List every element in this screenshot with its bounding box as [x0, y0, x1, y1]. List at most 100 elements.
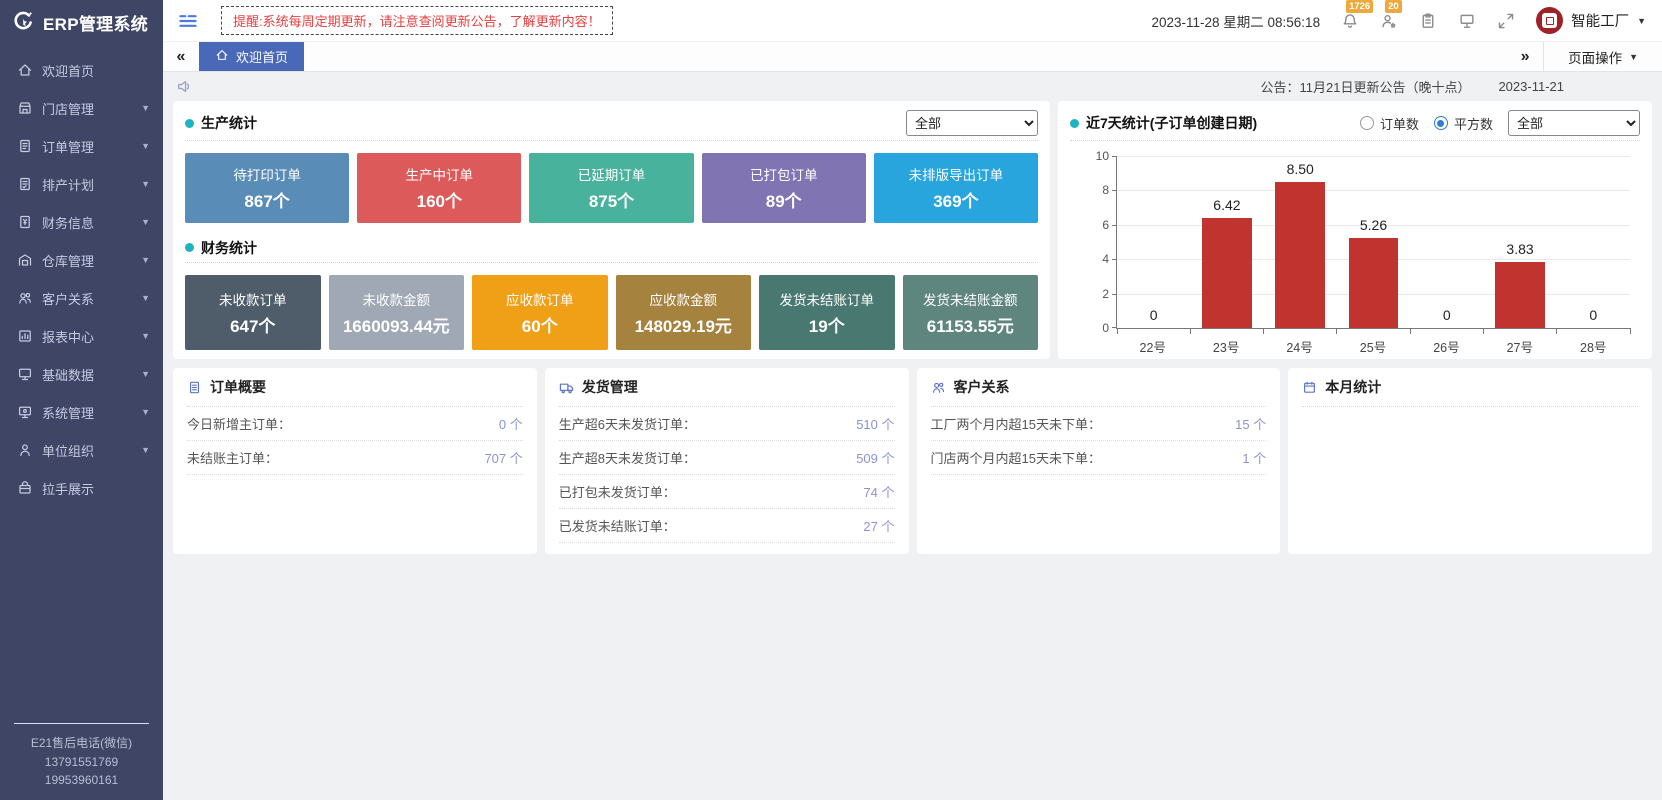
sidebar-item-schedule[interactable]: 排产计划▼	[0, 165, 163, 203]
announcement-link[interactable]: 公告：11月21日更新公告（晚十点）	[1260, 77, 1470, 96]
stat-card-label: 应收款订单	[506, 289, 574, 309]
x-tick	[1336, 328, 1337, 334]
section-dot-icon	[1070, 119, 1079, 128]
system-reminder: 提醒:系统每周定期更新，请注意查阅更新公告，了解更新内容！	[221, 6, 613, 35]
stat-card-label: 应收款金额	[650, 289, 718, 309]
finance-stat-card[interactable]: 应收款订单60个	[472, 275, 608, 350]
info-value-link[interactable]: 509 个	[856, 448, 894, 467]
customer-icon	[17, 290, 33, 306]
fullscreen-icon[interactable]	[1497, 12, 1515, 30]
chart-x-labels: 22号23号24号25号26号27号28号	[1116, 337, 1630, 356]
sidebar-item-system[interactable]: 系统管理▼	[0, 393, 163, 431]
finance-stat-card[interactable]: 应收款金额148029.19元	[616, 275, 752, 350]
calendar-icon	[1302, 380, 1317, 395]
panel-title: 发货管理	[582, 377, 638, 397]
tabs-scroll-left-icon[interactable]: «	[163, 42, 199, 71]
support-phone-line3: 19953960161	[0, 771, 163, 790]
sidebar-item-warehouse[interactable]: 仓库管理▼	[0, 241, 163, 279]
divider	[185, 140, 1038, 141]
sidebar-item-orders[interactable]: 订单管理▼	[0, 127, 163, 165]
screen-icon[interactable]	[1458, 12, 1476, 30]
chart-value-label: 0	[1410, 307, 1483, 323]
info-value-link[interactable]: 15 个	[1235, 414, 1266, 433]
sidebar-item-stores[interactable]: 门店管理▼	[0, 89, 163, 127]
sidebar-footer: E21售后电话(微信) 13791551769 19953960161	[0, 723, 163, 800]
bell-icon[interactable]: 1726	[1341, 12, 1359, 30]
bar-chart-plot: 024681006.428.505.2603.830	[1116, 157, 1630, 329]
home-icon	[215, 48, 229, 65]
hamburger-menu-icon[interactable]	[177, 10, 199, 32]
support-phone-line2: 13791551769	[0, 753, 163, 772]
stat-card-label: 已延期订单	[578, 164, 646, 184]
tab-welcome-home[interactable]: 欢迎首页	[199, 42, 304, 71]
y-tick-label: 10	[1085, 149, 1109, 163]
finance-stat-card[interactable]: 发货未结账订单19个	[759, 275, 895, 350]
production-stat-card[interactable]: 待打印订单867个	[185, 153, 349, 223]
chart-value-label: 6.42	[1190, 197, 1263, 213]
stat-card-value: 89个	[766, 187, 802, 212]
chart-value-label: 3.83	[1483, 241, 1556, 257]
sidebar-item-label: 订单管理	[42, 137, 141, 156]
panel-head: 本月统计	[1302, 377, 1638, 407]
chart-slot: 6.42	[1190, 157, 1263, 328]
panel-head: 订单概要	[187, 377, 523, 407]
info-label: 已打包未发货订单：	[559, 482, 676, 501]
chart-filter-select[interactable]: 全部	[1508, 110, 1640, 136]
info-value-link[interactable]: 1 个	[1242, 448, 1266, 467]
user-menu[interactable]: 智能工厂 ▼	[1536, 7, 1646, 34]
sidebar-item-customers[interactable]: 客户关系▼	[0, 279, 163, 317]
info-value-link[interactable]: 27 个	[863, 516, 894, 535]
avatar	[1536, 7, 1563, 34]
divider	[1070, 140, 1640, 141]
production-cards: 待打印订单867个生产中订单160个 已延期订单 875个 已打包订单89个未排版导出…	[185, 153, 1038, 223]
chart-head: 近7天统计(子订单创建日期) 订单数平方数 全部	[1070, 110, 1640, 136]
speaker-icon	[176, 78, 193, 95]
y-tick-label: 4	[1085, 252, 1109, 266]
panel-title: 本月统计	[1325, 377, 1381, 397]
sidebar-item-welcome[interactable]: 欢迎首页▼	[0, 51, 163, 89]
info-value-link[interactable]: 74 个	[863, 482, 894, 501]
chart-radio-1[interactable]: 平方数	[1434, 114, 1493, 133]
info-value-link[interactable]: 0 个	[499, 414, 523, 433]
warehouse-icon	[17, 252, 33, 268]
panel-head: 发货管理	[559, 377, 895, 407]
chart-radio-0[interactable]: 订单数	[1360, 114, 1419, 133]
sidebar-item-finance[interactable]: 财务信息▼	[0, 203, 163, 241]
production-stats-title: 生产统计	[201, 113, 257, 133]
caret-down-icon: ▼	[1629, 52, 1638, 62]
user-notification-icon[interactable]: 20	[1380, 12, 1398, 30]
sidebar-item-label: 单位组织	[42, 441, 141, 460]
info-row: 工厂两个月内超15天未下单：15 个	[931, 407, 1267, 441]
x-tick	[1117, 328, 1118, 334]
info-value-link[interactable]: 510 个	[856, 414, 894, 433]
chevron-down-icon: ▼	[141, 179, 150, 189]
x-axis-label: 28号	[1557, 337, 1630, 356]
y-tick-label: 8	[1085, 183, 1109, 197]
info-label: 今日新增主订单：	[187, 414, 291, 433]
sidebar-item-handshake[interactable]: 拉手展示▼	[0, 469, 163, 507]
sidebar-item-org[interactable]: 单位组织▼	[0, 431, 163, 469]
chart-value-label: 8.50	[1264, 161, 1337, 177]
chevron-down-icon: ▼	[141, 103, 150, 113]
finance-stats-title: 财务统计	[201, 238, 257, 258]
y-tick-label: 2	[1085, 287, 1109, 301]
production-stat-card[interactable]: 已打包订单89个	[702, 153, 866, 223]
order-icon	[17, 138, 33, 154]
finance-stat-card[interactable]: 未收款订单647个	[185, 275, 321, 350]
finance-stat-card[interactable]: 未收款金额1660093.44元	[329, 275, 465, 350]
tabs-scroll-right-icon[interactable]: »	[1507, 42, 1543, 71]
finance-icon	[17, 214, 33, 230]
production-stat-card[interactable]: 生产中订单160个	[357, 153, 521, 223]
production-filter-select[interactable]: 全部	[906, 110, 1038, 136]
sidebar-item-basedata[interactable]: 基础数据▼	[0, 355, 163, 393]
production-stat-card[interactable]: 已延期订单 875个	[529, 153, 693, 223]
clipboard-icon[interactable]	[1419, 12, 1437, 30]
sidebar-item-reports[interactable]: 报表中心▼	[0, 317, 163, 355]
page-actions-dropdown[interactable]: 页面操作 ▼	[1543, 42, 1662, 71]
finance-stat-card[interactable]: 发货未结账金额61153.55元	[903, 275, 1039, 350]
info-value-link[interactable]: 707 个	[484, 448, 522, 467]
chart-slot: 0	[1557, 157, 1630, 328]
chart-slot: 3.83	[1483, 157, 1556, 328]
production-stat-card[interactable]: 未排版导出订单369个	[874, 153, 1038, 223]
stat-card-value: 875个	[589, 187, 634, 212]
